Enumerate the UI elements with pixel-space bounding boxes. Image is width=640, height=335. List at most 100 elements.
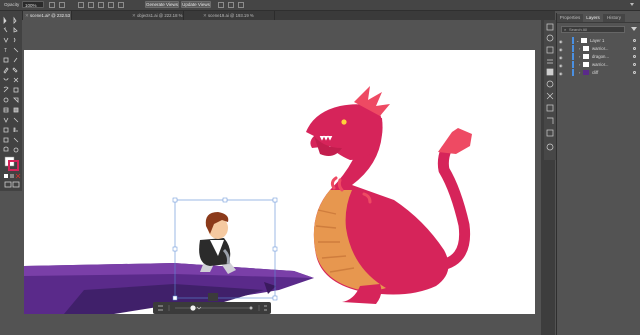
perspective-grid-tool-icon [13,97,19,103]
lasso-tool-icon [13,27,18,33]
chevron-down-icon[interactable]: ⌄ [576,37,579,44]
tab-history[interactable]: History [603,14,625,22]
layer-name: Layer 1 [590,38,605,43]
layer-color-bar [572,37,574,44]
panel-menu-icon[interactable] [630,3,634,6]
arrange-icon[interactable] [88,2,94,8]
dragon-head [306,104,383,160]
align-icon[interactable] [49,2,55,8]
magic-wand-tool-icon [3,27,8,33]
slice-tool-icon [13,137,19,143]
eye-icon[interactable]: ◉ [559,38,563,45]
layers-panel: Properties Layers History ⌕ Search All ◉… [556,13,640,335]
direct-selection-tool-icon [13,16,17,24]
symbols-panel-icon [546,104,554,112]
shape-builder-tool-icon [3,97,9,103]
target-icon[interactable] [633,71,636,74]
properties-panel-icon [546,23,554,31]
recolor-icon[interactable] [118,2,124,8]
rotate-tool-icon [3,77,9,81]
target-icon[interactable] [633,39,636,42]
layer-row[interactable]: ◉ ⌄ Layer 1 [557,37,640,44]
layer-name: warrior... [592,46,609,51]
chevron-right-icon[interactable]: › [579,69,580,76]
eye-icon[interactable]: ◉ [559,54,563,61]
slider-thumb [190,305,196,311]
warrior-art [199,212,236,274]
perspective-icon[interactable] [228,2,234,8]
chevron-right-icon[interactable]: › [579,61,580,68]
selection-tool-icon [3,16,7,24]
rectangle-tool-icon [3,57,9,63]
generate-views-button[interactable]: Generate Views [145,1,179,8]
opacity-field[interactable]: 100% [22,1,44,8]
artboard[interactable] [24,50,535,314]
dragon-art [306,86,472,304]
chevron-right-icon[interactable]: › [579,53,580,60]
transparency-panel-icon [546,80,554,88]
layer-color-bar [572,61,574,68]
align-panel-icon [546,143,554,151]
stroke-panel-icon [547,59,553,64]
pencil-tool-icon [3,67,9,74]
layer-thumbnail [583,54,589,59]
zoom-tool-icon [13,147,19,153]
view-options-icon[interactable] [218,2,224,8]
artboard-tool-icon [3,137,9,143]
screen-mode-icon [12,181,20,188]
eyedropper-tool-icon [3,117,9,123]
document-tab-bar: ✕ scene1.ai* @ 232.53 % (RGB/Preview) ✕ … [22,11,555,27]
pen-tool-icon [3,37,9,43]
artwork[interactable] [24,50,535,314]
color-mode-icon [4,174,8,178]
collapsed-panels [544,20,556,160]
chevron-right-icon[interactable]: › [579,45,580,52]
opacity-label: Opacity [4,2,20,7]
layer-name: dragon... [592,54,609,59]
mesh-tool-icon [3,107,9,113]
layer-row[interactable]: ◉ › warrior... [557,45,640,52]
column-graph-tool-icon [13,127,18,132]
paintbrush-tool-icon [13,57,18,63]
none-mode-icon [15,173,21,179]
hand-tool-icon [3,146,9,152]
appearance-panel-icon [546,129,554,137]
tool-icons[interactable]: T [0,11,22,191]
type-tool-icon: T [4,48,7,54]
tab-layers[interactable]: Layers [583,14,603,22]
layer-thumbnail [581,38,587,43]
target-icon[interactable] [633,63,636,66]
more-options-icon [264,305,267,311]
tab-scene19[interactable]: ✕ scene19.ai @ 193.19 % (RGB/Preview) [200,11,275,27]
slider-end-icon [249,306,253,310]
free-transform-tool-icon [13,87,19,93]
gradient-mode-icon [10,174,14,178]
gradient-panel-icon [546,68,554,76]
target-icon[interactable] [633,47,636,50]
layer-row[interactable]: ◉ › cliff [557,69,640,76]
eye-icon[interactable]: ◉ [559,70,563,77]
search-placeholder: Search All [569,27,588,32]
tab-objects1[interactable]: ✕ objects1.ai @ 222.18 % (RGB/Preview) [129,11,184,27]
layers-search-field[interactable]: ⌕ Search All [561,26,625,33]
handle-top-left [172,197,178,203]
tab-properties[interactable]: Properties [557,14,583,22]
layer-thumbnail [583,46,589,51]
search-icon: ⌕ [564,27,567,32]
transform-icon[interactable] [78,2,84,8]
update-views-button[interactable]: Update Views [181,1,211,8]
layer-row[interactable]: ◉ › warrior... [557,61,640,68]
grid-icon[interactable] [238,2,244,8]
layer-color-bar [572,45,574,52]
eye-icon[interactable]: ◉ [559,46,563,53]
handle-bottom-left [172,295,178,301]
layer-row[interactable]: ◉ › dragon... [557,53,640,60]
filter-icon[interactable] [631,27,637,31]
tab-scene1[interactable]: ✕ scene1.ai* @ 232.53 % (RGB/Preview) [22,11,72,27]
eye-icon[interactable]: ◉ [559,62,563,69]
pathfinder-icon[interactable] [98,2,104,8]
target-icon[interactable] [633,55,636,58]
handle-top [222,197,228,203]
isolate-icon[interactable] [108,2,114,8]
distribute-icon[interactable] [59,2,65,8]
